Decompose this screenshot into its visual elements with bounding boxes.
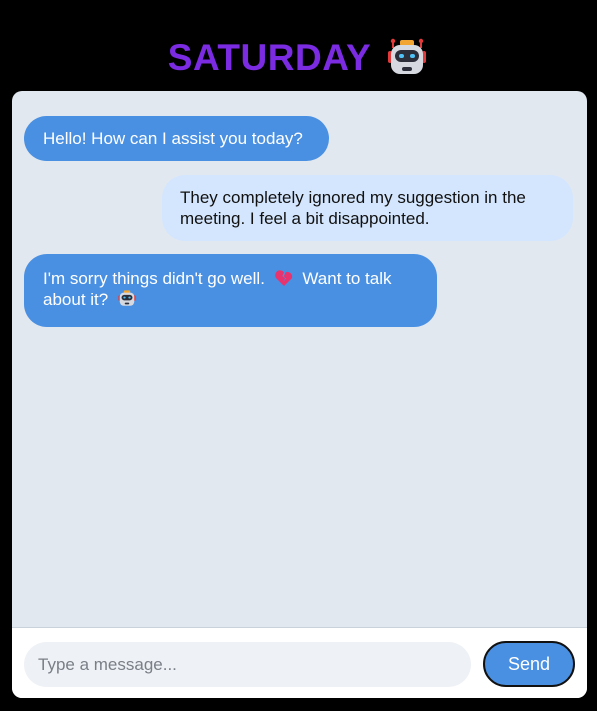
message-list[interactable]: Hello! How can I assist you today? They … <box>12 91 587 626</box>
app-title: SATURDAY <box>167 37 372 78</box>
message-text: They completely ignored my suggestion in… <box>180 188 526 228</box>
message-input[interactable] <box>24 642 471 687</box>
robot-icon <box>118 290 136 306</box>
bot-message: I'm sorry things didn't go well. Want to… <box>24 254 437 327</box>
robot-icon <box>388 38 427 74</box>
send-button[interactable]: Send <box>483 641 575 687</box>
app-header: SATURDAY <box>0 30 597 86</box>
chat-window: Hello! How can I assist you today? They … <box>12 91 587 698</box>
broken-heart-icon <box>274 270 292 286</box>
composer-bar: Send <box>12 627 587 698</box>
bot-message: Hello! How can I assist you today? <box>24 116 329 161</box>
user-message: They completely ignored my suggestion in… <box>162 175 573 241</box>
message-text: I'm sorry things didn't go well. <box>43 269 265 288</box>
message-text: Hello! How can I assist you today? <box>43 129 303 148</box>
